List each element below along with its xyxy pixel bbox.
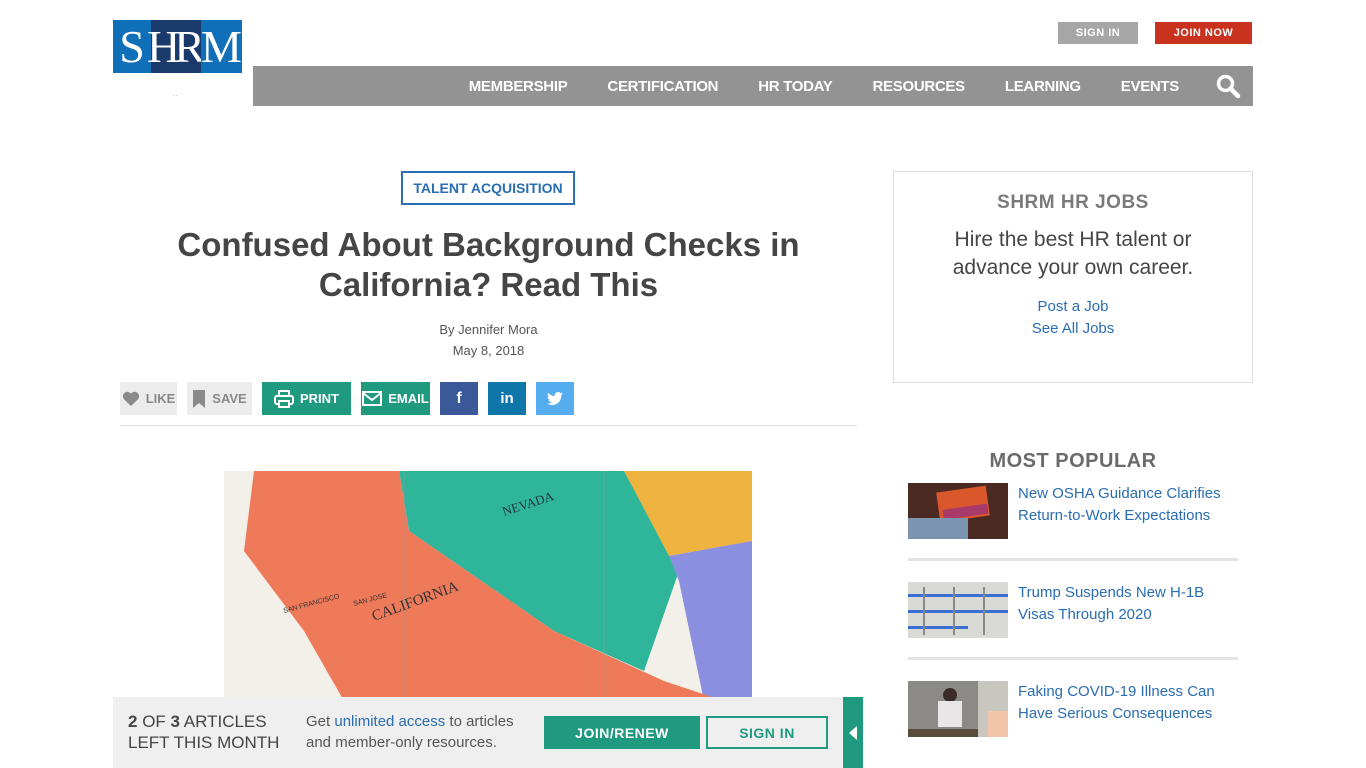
popular-separator — [908, 657, 1238, 660]
envelope-icon — [362, 391, 383, 406]
bookmark-icon — [193, 389, 206, 408]
search-icon[interactable] — [1215, 73, 1241, 99]
logo-m: M — [201, 20, 242, 73]
nav-events[interactable]: EVENTS — [1121, 78, 1180, 95]
twitter-share-button[interactable] — [536, 382, 574, 415]
facebook-share-button[interactable]: f — [440, 382, 478, 415]
save-button[interactable]: SAVE — [187, 382, 252, 415]
article-title: Confused About Background Checks in Cali… — [177, 226, 800, 303]
author[interactable]: By Jennifer Mora — [120, 319, 857, 340]
popular-item-title[interactable]: New OSHA Guidance Clarifies Return-to-Wo… — [1018, 483, 1238, 539]
popular-item-title[interactable]: Trump Suspends New H-1B Visas Through 20… — [1018, 582, 1238, 638]
main-nav: MEMBERSHIP CERTIFICATION HR TODAY RESOUR… — [253, 66, 1253, 106]
collapse-meter-button[interactable] — [843, 697, 863, 768]
popular-thumbnail — [908, 681, 1008, 737]
california-map-illustration: NEVADA CALIFORNIA SAN FRANCISCO SAN JOSE — [224, 471, 752, 701]
post-a-job-link[interactable]: Post a Job — [894, 296, 1252, 318]
shrm-logo[interactable]: S HR M — [113, 20, 242, 73]
popular-item[interactable]: Trump Suspends New H-1B Visas Through 20… — [908, 582, 1238, 638]
category-tag[interactable]: TALENT ACQUISITION — [401, 171, 575, 205]
article-meter-bar: 2 OF 3 ARTICLES LEFT THIS MONTH Get unli… — [113, 697, 843, 768]
most-popular-title: MOST POPULAR — [989, 450, 1157, 472]
save-label: SAVE — [212, 391, 247, 406]
sign-in-button[interactable]: SIGN IN — [1058, 22, 1138, 44]
email-button[interactable]: EMAIL — [361, 382, 430, 415]
see-all-jobs-link[interactable]: See All Jobs — [894, 318, 1252, 340]
logo-hr: HR — [147, 20, 205, 73]
hr-jobs-widget: SHRM HR JOBS Hire the best HR talent or … — [893, 171, 1253, 383]
hr-jobs-title: SHRM HR JOBS — [997, 192, 1149, 213]
join-renew-button[interactable]: JOIN/RENEW — [544, 716, 700, 749]
join-now-button[interactable]: JOIN NOW — [1155, 22, 1252, 44]
like-button[interactable]: LIKE — [120, 382, 177, 415]
nav-hr-today[interactable]: HR TODAY — [758, 78, 833, 95]
actions-divider — [120, 425, 857, 426]
popular-item-title[interactable]: Faking COVID-19 Illness Can Have Serious… — [1018, 681, 1238, 737]
linkedin-icon: in — [500, 390, 514, 407]
byline: By Jennifer Mora May 8, 2018 — [120, 319, 857, 361]
caret-left-icon — [849, 725, 857, 740]
popular-thumbnail — [908, 582, 1008, 638]
twitter-icon — [547, 391, 563, 405]
meter-sign-in-button[interactable]: SIGN IN — [706, 716, 828, 749]
logo-s: S — [113, 20, 151, 73]
nav-membership[interactable]: MEMBERSHIP — [469, 78, 568, 95]
email-label: EMAIL — [388, 391, 429, 406]
hero-image: NEVADA CALIFORNIA SAN FRANCISCO SAN JOSE — [224, 471, 752, 701]
nav-learning[interactable]: LEARNING — [1005, 78, 1081, 95]
popular-item[interactable]: Faking COVID-19 Illness Can Have Serious… — [908, 681, 1238, 737]
nav-resources[interactable]: RESOURCES — [873, 78, 966, 95]
heart-icon — [122, 391, 139, 406]
nav-certification[interactable]: CERTIFICATION — [607, 78, 718, 95]
articles-remaining: 2 OF 3 ARTICLES LEFT THIS MONTH — [128, 712, 280, 752]
printer-icon — [274, 389, 294, 408]
linkedin-share-button[interactable]: in — [488, 382, 526, 415]
facebook-icon: f — [456, 389, 462, 407]
popular-item[interactable]: New OSHA Guidance Clarifies Return-to-Wo… — [908, 483, 1238, 539]
article-actions: LIKE SAVE PRINT EMAIL f in — [120, 382, 584, 415]
print-button[interactable]: PRINT — [262, 382, 351, 415]
hr-jobs-text: Hire the best HR talent or advance your … — [952, 228, 1194, 279]
unlimited-access-link[interactable]: unlimited access — [334, 713, 445, 730]
popular-thumbnail — [908, 483, 1008, 539]
logo-subtext: ·· — [172, 90, 178, 100]
publish-date: May 8, 2018 — [452, 343, 525, 358]
like-label: LIKE — [145, 391, 176, 406]
print-label: PRINT — [300, 391, 339, 406]
meter-message: Get unlimited access to articles and mem… — [306, 713, 514, 751]
popular-separator — [908, 558, 1238, 561]
